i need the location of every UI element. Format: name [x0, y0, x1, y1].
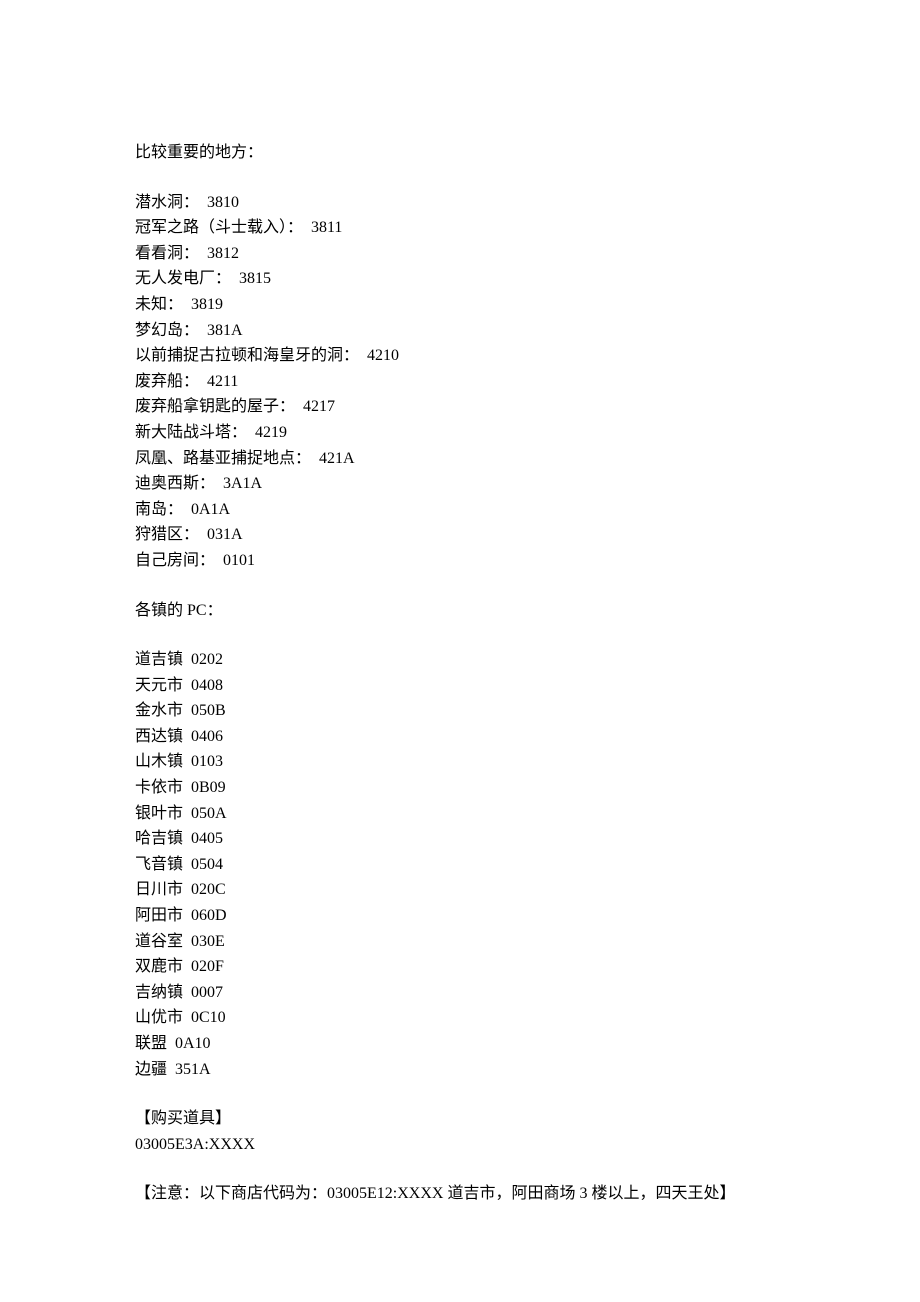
list-item: 自己房间： 0101 [135, 548, 785, 574]
list-item: 吉纳镇 0007 [135, 980, 785, 1006]
section2-title: 各镇的 PC： [135, 598, 785, 624]
list-item: 道吉镇 0202 [135, 647, 785, 673]
list-item: 梦幻岛： 381A [135, 318, 785, 344]
list-item: 联盟 0A10 [135, 1031, 785, 1057]
list-item: 山优市 0C10 [135, 1005, 785, 1031]
list-item: 潜水洞： 3810 [135, 190, 785, 216]
list-item: 未知： 3819 [135, 292, 785, 318]
list-item: 天元市 0408 [135, 673, 785, 699]
list-item: 凤凰、路基亚捕捉地点： 421A [135, 446, 785, 472]
town-pc-list: 道吉镇 0202 天元市 0408 金水市 050B 西达镇 0406 山木镇 … [135, 647, 785, 1082]
list-item: 山木镇 0103 [135, 749, 785, 775]
list-item: 迪奥西斯： 3A1A [135, 471, 785, 497]
list-item: 狩猎区： 031A [135, 522, 785, 548]
list-item: 看看洞： 3812 [135, 241, 785, 267]
list-item: 飞音镇 0504 [135, 852, 785, 878]
list-item: 道谷室 030E [135, 929, 785, 955]
list-item: 南岛： 0A1A [135, 497, 785, 523]
buy-item-code: 03005E3A:XXXX [135, 1132, 785, 1158]
list-item: 无人发电厂： 3815 [135, 266, 785, 292]
list-item: 阿田市 060D [135, 903, 785, 929]
list-item: 新大陆战斗塔： 4219 [135, 420, 785, 446]
list-item: 以前捕捉古拉顿和海皇牙的洞： 4210 [135, 343, 785, 369]
list-item: 哈吉镇 0405 [135, 826, 785, 852]
list-item: 卡依市 0B09 [135, 775, 785, 801]
list-item: 金水市 050B [135, 698, 785, 724]
list-item: 废弃船拿钥匙的屋子： 4217 [135, 394, 785, 420]
buy-item-title: 【购买道具】 [135, 1106, 785, 1132]
list-item: 银叶市 050A [135, 801, 785, 827]
section1-title: 比较重要的地方： [135, 140, 785, 166]
list-item: 边疆 351A [135, 1057, 785, 1083]
list-item: 冠军之路（斗士载入）： 3811 [135, 215, 785, 241]
list-item: 日川市 020C [135, 877, 785, 903]
list-item: 双鹿市 020F [135, 954, 785, 980]
list-item: 西达镇 0406 [135, 724, 785, 750]
list-item: 废弃船： 4211 [135, 369, 785, 395]
important-places-list: 潜水洞： 3810 冠军之路（斗士载入）： 3811 看看洞： 3812 无人发… [135, 190, 785, 574]
document-page: 比较重要的地方： 潜水洞： 3810 冠军之路（斗士载入）： 3811 看看洞：… [0, 0, 920, 1302]
note-line: 【注意：以下商店代码为：03005E12:XXXX 道吉市，阿田商场 3 楼以上… [135, 1181, 785, 1207]
